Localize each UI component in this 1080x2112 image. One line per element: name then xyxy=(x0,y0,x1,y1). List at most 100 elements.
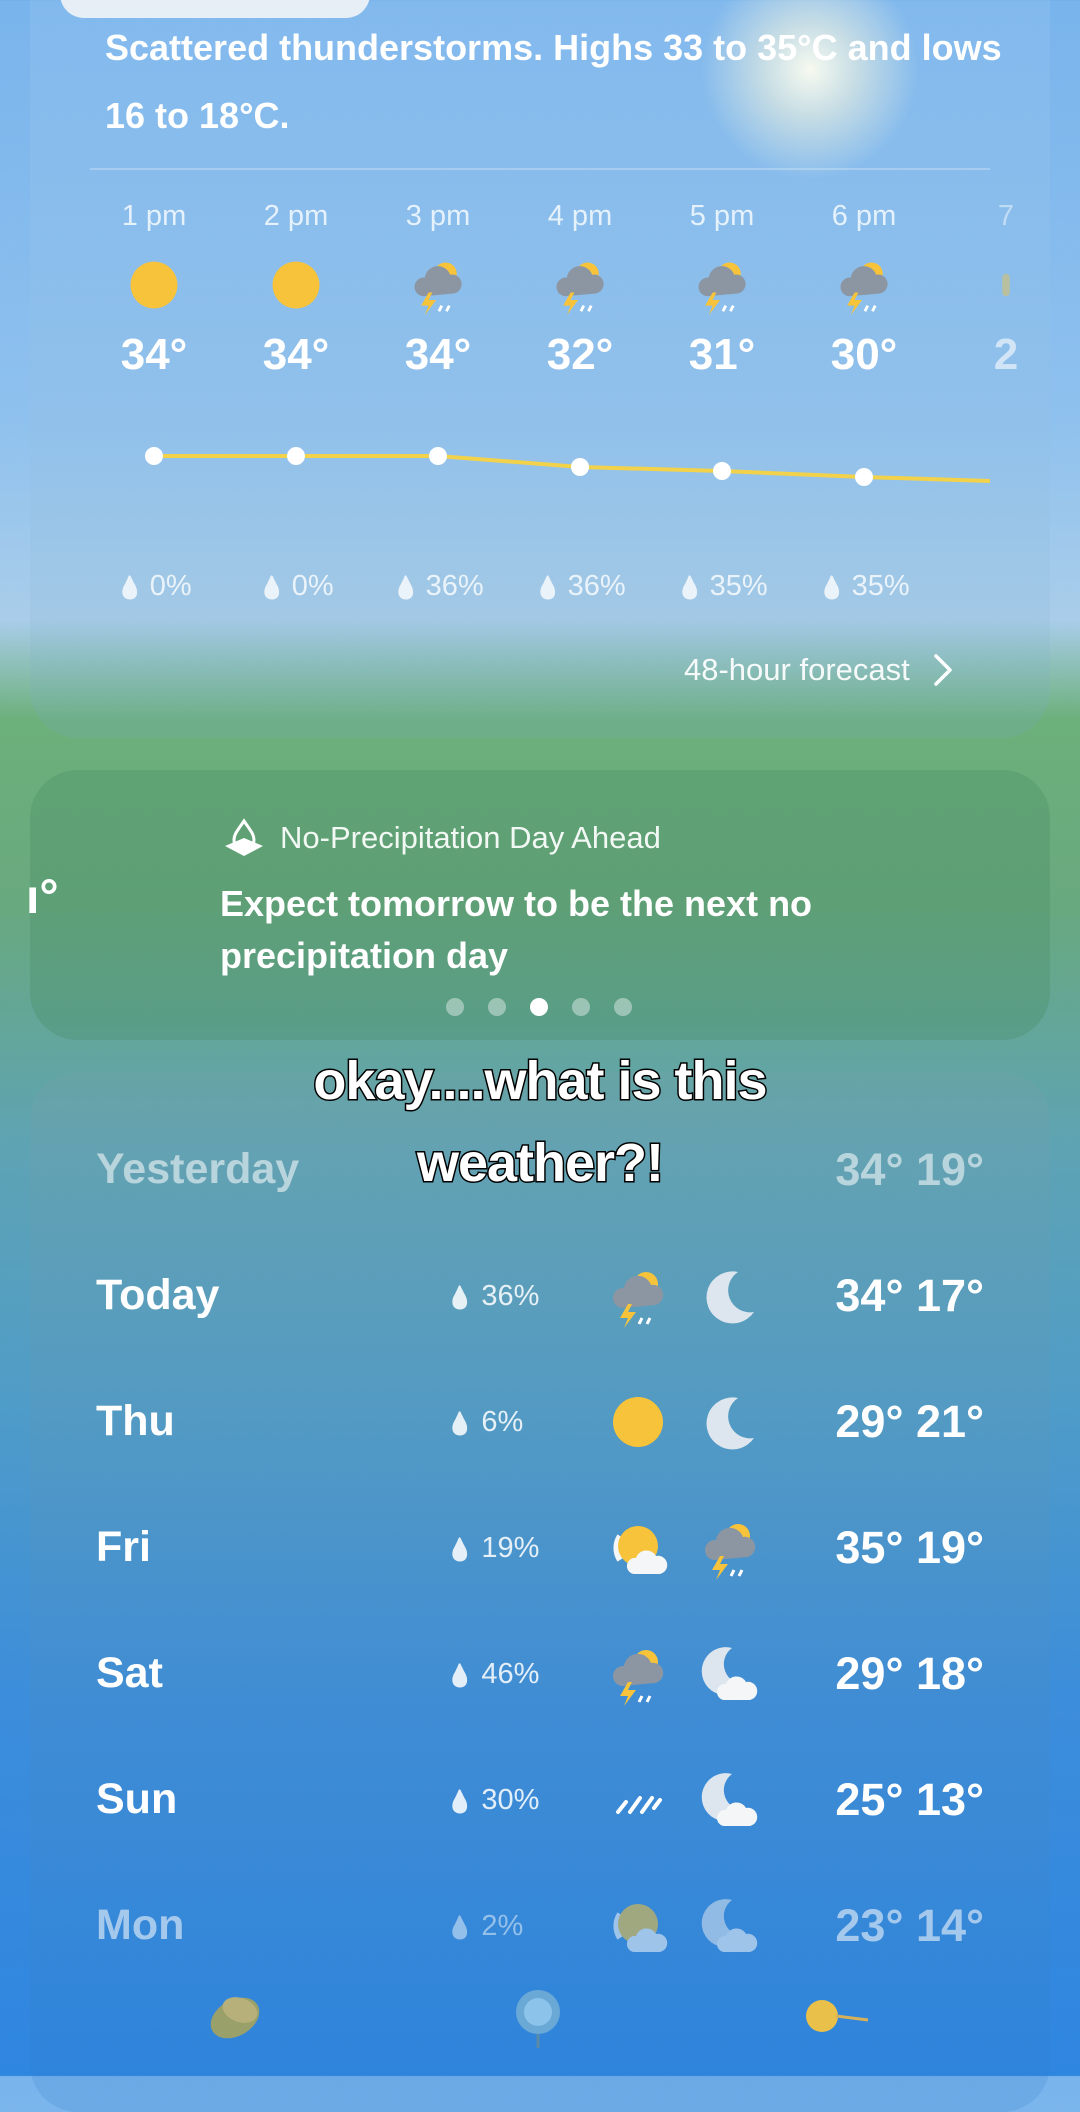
thunderstorm-icon xyxy=(525,240,635,330)
day-high-low: 34° 19° xyxy=(835,1144,984,1195)
hourly-item: 5 pm 31° xyxy=(667,200,777,390)
hourly-item: 4 pm 32° xyxy=(525,200,635,390)
thunderstorm-icon xyxy=(698,1516,762,1580)
carousel-dot-active[interactable] xyxy=(530,998,548,1016)
hour-precipitation: 💧 36% xyxy=(392,570,484,602)
carousel-dot[interactable] xyxy=(614,998,632,1016)
hour-temperature: 2 xyxy=(993,330,1019,379)
raindrop-icon: 💧 xyxy=(676,575,704,600)
day-name: Mon xyxy=(96,1901,185,1949)
hour-temperature: 34° xyxy=(120,330,188,379)
daily-row[interactable]: Today 💧 36% 34° 17° xyxy=(30,1246,1050,1346)
hour-time: 3 pm xyxy=(405,200,471,232)
partly-cloudy-icon xyxy=(606,1894,670,1958)
raindrop-icon: 💧 xyxy=(446,1411,474,1436)
adjacent-card-fragment: ı° xyxy=(26,871,59,924)
day-precipitation: 💧 2% xyxy=(446,1910,524,1942)
raindrop-icon: 💧 xyxy=(116,575,144,600)
sun-icon xyxy=(99,240,209,330)
hour-time: 7 xyxy=(997,200,1015,232)
hourly-item: 1 pm 34° xyxy=(99,200,209,390)
day-high-low: 35° 19° xyxy=(835,1522,984,1573)
thunderstorm-icon xyxy=(606,1642,670,1706)
hour-time: 2 pm xyxy=(263,200,329,232)
48-hour-forecast-label[interactable]: 48-hour forecast xyxy=(684,652,910,688)
day-high-low: 29° 21° xyxy=(835,1396,984,1447)
raindrop-icon: 💧 xyxy=(446,1663,474,1688)
raindrop-icon: 💧 xyxy=(446,1789,474,1814)
partly-cloudy-icon xyxy=(606,1516,670,1580)
hourly-item: 6 pm 30° xyxy=(809,200,919,390)
thunderstorm-icon xyxy=(667,240,777,330)
flower-icon xyxy=(516,1990,560,2048)
carousel-dot[interactable] xyxy=(446,998,464,1016)
day-name: Fri xyxy=(96,1523,151,1571)
divider xyxy=(90,168,990,170)
hour-precipitation: 💧 35% xyxy=(676,570,768,602)
day-precipitation: 💧 6% xyxy=(446,1406,524,1438)
raindrop-icon: 💧 xyxy=(534,575,562,600)
daily-row[interactable]: Fri 💧 19% 35° 19° xyxy=(30,1498,1050,1598)
thunderstorm-icon xyxy=(606,1264,670,1328)
carousel-dot[interactable] xyxy=(572,998,590,1016)
hour-time: 5 pm xyxy=(689,200,755,232)
raindrop-icon: 💧 xyxy=(446,1915,474,1940)
hourly-item: 2 pm 34° xyxy=(241,200,351,390)
moon-cloud-icon xyxy=(698,1894,762,1958)
day-precipitation: 💧 19% xyxy=(446,1532,540,1564)
carousel-dot[interactable] xyxy=(488,998,506,1016)
insight-body: Expect tomorrow to be the next no precip… xyxy=(220,883,813,976)
raindrop-icon: 💧 xyxy=(446,1285,474,1310)
thunderstorm-icon xyxy=(383,240,493,330)
leaf-icon xyxy=(210,1997,260,2039)
daily-row[interactable]: Thu 💧 6% 29° 21° xyxy=(30,1372,1050,1472)
rain-icon xyxy=(606,1768,670,1832)
hour-precipitation: 💧 0% xyxy=(116,570,192,602)
raindrop-icon: 💧 xyxy=(446,1537,474,1562)
day-high-low: 23° 14° xyxy=(835,1900,984,1951)
daily-row[interactable]: Mon 💧 2% 23° 14° xyxy=(30,1876,1050,1976)
raindrop-icon: 💧 xyxy=(258,575,286,600)
daily-row[interactable]: Sat 💧 46% 29° 18° xyxy=(30,1624,1050,1724)
hour-temperature: 30° xyxy=(830,330,898,379)
hour-time: 6 pm xyxy=(831,200,897,232)
daily-row[interactable]: Sun 💧 30% 25° 13° xyxy=(30,1750,1050,1850)
day-precipitation: 💧 30% xyxy=(446,1784,540,1816)
moon-cloud-icon xyxy=(698,1642,762,1706)
raindrop-icon: 💧 xyxy=(818,575,846,600)
hour-temperature: 31° xyxy=(688,330,756,379)
hour-time: 1 pm xyxy=(121,200,187,232)
dandelion-icon xyxy=(806,2000,869,2032)
hourly-item: 7 2 xyxy=(951,200,1061,390)
moon-cloud-icon xyxy=(698,1768,762,1832)
day-high-low: 34° 17° xyxy=(835,1270,984,1321)
weather-summary: Scattered thunderstorms. Highs 33 to 35°… xyxy=(105,27,1002,136)
sun-icon xyxy=(241,240,351,330)
day-precipitation: 💧 46% xyxy=(446,1658,540,1690)
no-precipitation-icon xyxy=(225,818,263,856)
partial-icon xyxy=(951,240,1061,330)
moon-icon xyxy=(698,1264,762,1328)
hour-temperature: 34° xyxy=(262,330,330,379)
video-caption: okay....what is this weather?! xyxy=(312,1050,769,1195)
carousel-dots[interactable] xyxy=(446,998,632,1016)
day-name: Thu xyxy=(96,1397,175,1445)
day-name: Today xyxy=(96,1271,220,1319)
48-hour-forecast-link[interactable]: 48-hour forecast xyxy=(684,652,954,688)
insight-title: No-Precipitation Day Ahead xyxy=(222,818,661,858)
hour-temperature: 34° xyxy=(404,330,472,379)
hour-time: 4 pm xyxy=(547,200,613,232)
sun-icon xyxy=(606,1390,670,1454)
hour-precipitation: 💧 36% xyxy=(534,570,626,602)
insight-title-text: No-Precipitation Day Ahead xyxy=(280,820,661,855)
thunderstorm-icon xyxy=(809,240,919,330)
day-precipitation: 💧 36% xyxy=(446,1280,540,1312)
day-name: Sun xyxy=(96,1775,178,1823)
hourly-item: 3 pm 34° xyxy=(383,200,493,390)
day-high-low: 25° 13° xyxy=(835,1774,984,1825)
hour-precipitation: 💧 0% xyxy=(258,570,334,602)
chevron-right-icon xyxy=(933,654,952,686)
day-name: Sat xyxy=(96,1649,163,1697)
raindrop-icon: 💧 xyxy=(392,575,420,600)
hour-precipitation: 💧 35% xyxy=(818,570,910,602)
